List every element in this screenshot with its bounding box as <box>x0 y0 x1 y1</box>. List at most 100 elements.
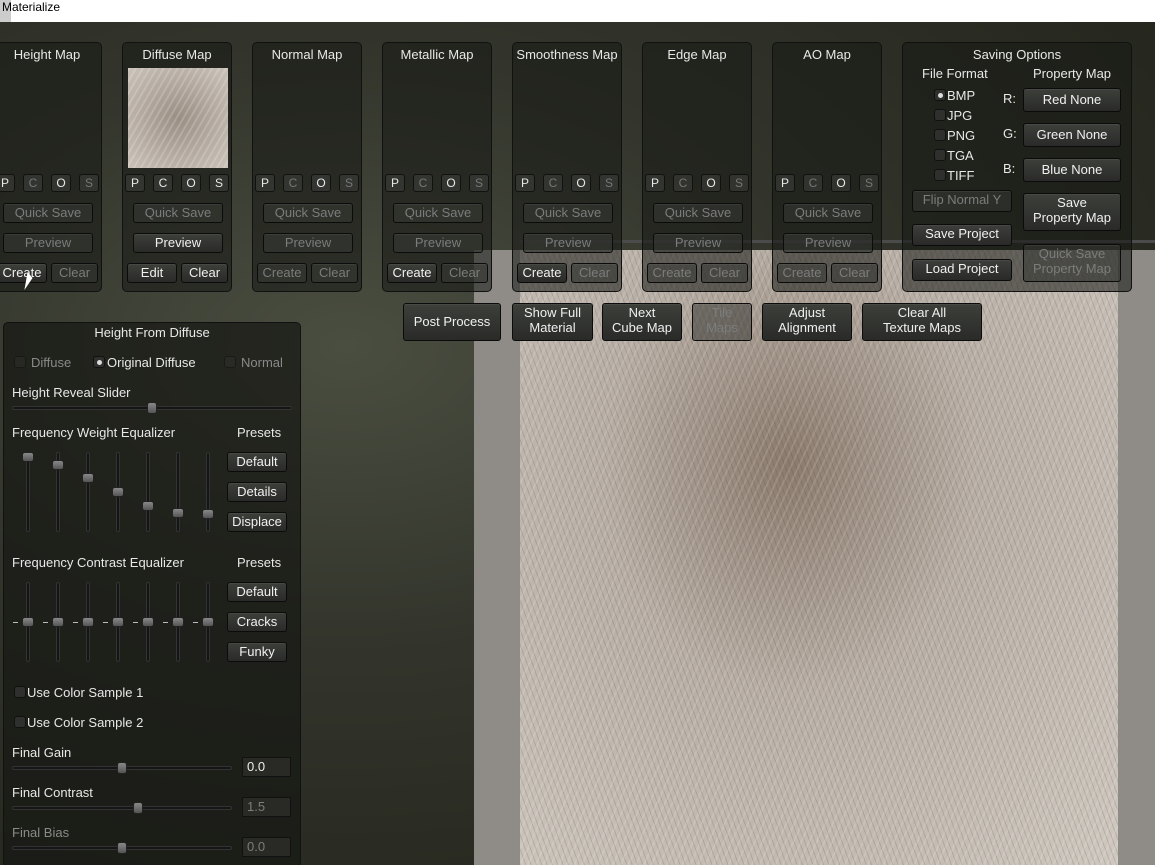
final-bias-input[interactable]: 0.0 <box>242 837 291 857</box>
map-quick-save-button[interactable]: Quick Save <box>523 203 613 223</box>
eq-knob-1[interactable] <box>52 617 64 627</box>
map-quick-save-button[interactable]: Quick Save <box>653 203 743 223</box>
map-p-button[interactable]: P <box>0 174 15 192</box>
map-s-button[interactable]: S <box>209 174 229 192</box>
map-quick-save-button[interactable]: Quick Save <box>263 203 353 223</box>
map-p-button[interactable]: P <box>515 174 535 192</box>
eq-track-6[interactable] <box>206 452 210 532</box>
save-project-button[interactable]: Save Project <box>912 224 1012 246</box>
eq-knob-3[interactable] <box>112 487 124 497</box>
eq-knob-0[interactable] <box>22 452 34 462</box>
show-full-material-button[interactable]: Show Full Material <box>512 303 593 341</box>
eq-knob-4[interactable] <box>142 501 154 511</box>
map-c-button[interactable]: C <box>543 174 563 192</box>
map-create-button[interactable]: Create <box>257 263 307 283</box>
flip-normal-y-button[interactable]: Flip Normal Y <box>912 190 1012 212</box>
eq-knob-2[interactable] <box>82 617 94 627</box>
red-channel-button[interactable]: Red None <box>1023 88 1121 112</box>
eq-knob-4[interactable] <box>142 617 154 627</box>
map-s-button[interactable]: S <box>339 174 359 192</box>
map-s-button[interactable]: S <box>859 174 879 192</box>
map-create-button[interactable]: Edit <box>127 263 177 283</box>
tile-maps-button[interactable]: Tile Maps <box>692 303 752 341</box>
map-p-button[interactable]: P <box>775 174 795 192</box>
final-gain-slider-knob[interactable] <box>117 762 127 774</box>
map-s-button[interactable]: S <box>469 174 489 192</box>
map-preview-button[interactable]: Preview <box>653 233 743 253</box>
material-preview[interactable] <box>520 250 1118 865</box>
map-o-button[interactable]: O <box>311 174 331 192</box>
preset-funky-button[interactable]: Funky <box>227 642 287 662</box>
map-o-button[interactable]: O <box>701 174 721 192</box>
map-preview-button[interactable]: Preview <box>393 233 483 253</box>
map-create-button[interactable]: Create <box>647 263 697 283</box>
eq-knob-3[interactable] <box>112 617 124 627</box>
map-p-button[interactable]: P <box>125 174 145 192</box>
format-radio-png[interactable] <box>934 129 946 141</box>
save-property-map-button[interactable]: Save Property Map <box>1023 193 1121 231</box>
map-c-button[interactable]: C <box>283 174 303 192</box>
final-contrast-input[interactable]: 1.5 <box>242 797 291 817</box>
color-sample-2-checkbox[interactable] <box>14 716 26 728</box>
eq-knob-6[interactable] <box>202 617 214 627</box>
preset-details-button[interactable]: Details <box>227 482 287 502</box>
source-normal-radio[interactable] <box>224 356 236 368</box>
quick-save-property-map-button[interactable]: Quick Save Property Map <box>1023 244 1121 282</box>
map-quick-save-button[interactable]: Quick Save <box>133 203 223 223</box>
diffuse-thumbnail[interactable] <box>128 68 228 168</box>
eq-knob-5[interactable] <box>172 617 184 627</box>
map-clear-button[interactable]: Clear <box>181 263 228 283</box>
map-clear-button[interactable]: Clear <box>441 263 488 283</box>
format-radio-jpg[interactable] <box>934 109 946 121</box>
color-sample-1-checkbox[interactable] <box>14 686 26 698</box>
map-p-button[interactable]: P <box>645 174 665 192</box>
height-reveal-slider-knob[interactable] <box>147 402 157 414</box>
clear-all-texture-maps-button[interactable]: Clear All Texture Maps <box>862 303 982 341</box>
map-preview-button[interactable]: Preview <box>3 233 93 253</box>
map-clear-button[interactable]: Clear <box>831 263 878 283</box>
source-diffuse-radio[interactable] <box>14 356 26 368</box>
preset-default-button[interactable]: Default <box>227 582 287 602</box>
map-preview-button[interactable]: Preview <box>133 233 223 253</box>
eq-track-2[interactable] <box>86 452 90 532</box>
map-c-button[interactable]: C <box>23 174 43 192</box>
eq-knob-1[interactable] <box>52 460 64 471</box>
source-original-diffuse-radio[interactable] <box>93 356 105 368</box>
next-cube-map-button[interactable]: Next Cube Map <box>602 303 682 341</box>
map-clear-button[interactable]: Clear <box>571 263 618 283</box>
adjust-alignment-button[interactable]: Adjust Alignment <box>762 303 852 341</box>
eq-track-5[interactable] <box>176 452 180 532</box>
map-clear-button[interactable]: Clear <box>311 263 358 283</box>
map-preview-button[interactable]: Preview <box>783 233 873 253</box>
map-clear-button[interactable]: Clear <box>701 263 748 283</box>
map-s-button[interactable]: S <box>729 174 749 192</box>
map-o-button[interactable]: O <box>181 174 201 192</box>
post-process-button[interactable]: Post Process <box>403 303 501 341</box>
map-o-button[interactable]: O <box>441 174 461 192</box>
blue-channel-button[interactable]: Blue None <box>1023 158 1121 182</box>
format-radio-tiff[interactable] <box>934 169 946 181</box>
eq-knob-5[interactable] <box>172 508 184 518</box>
eq-track-4[interactable] <box>146 452 150 532</box>
map-create-button[interactable]: Create <box>777 263 827 283</box>
map-c-button[interactable]: C <box>413 174 433 192</box>
eq-knob-0[interactable] <box>22 617 34 627</box>
preset-default-button[interactable]: Default <box>227 452 287 472</box>
eq-track-0[interactable] <box>26 452 30 532</box>
final-bias-slider-knob[interactable] <box>117 842 127 854</box>
map-quick-save-button[interactable]: Quick Save <box>393 203 483 223</box>
map-c-button[interactable]: C <box>153 174 173 192</box>
eq-knob-6[interactable] <box>202 509 214 520</box>
map-o-button[interactable]: O <box>51 174 71 192</box>
map-s-button[interactable]: S <box>79 174 99 192</box>
map-preview-button[interactable]: Preview <box>523 233 613 253</box>
format-radio-bmp[interactable] <box>934 89 946 101</box>
map-o-button[interactable]: O <box>831 174 851 192</box>
load-project-button[interactable]: Load Project <box>912 259 1012 281</box>
map-s-button[interactable]: S <box>599 174 619 192</box>
map-quick-save-button[interactable]: Quick Save <box>783 203 873 223</box>
preset-displace-button[interactable]: Displace <box>227 512 287 532</box>
final-contrast-slider[interactable] <box>12 806 232 810</box>
map-p-button[interactable]: P <box>255 174 275 192</box>
map-o-button[interactable]: O <box>571 174 591 192</box>
